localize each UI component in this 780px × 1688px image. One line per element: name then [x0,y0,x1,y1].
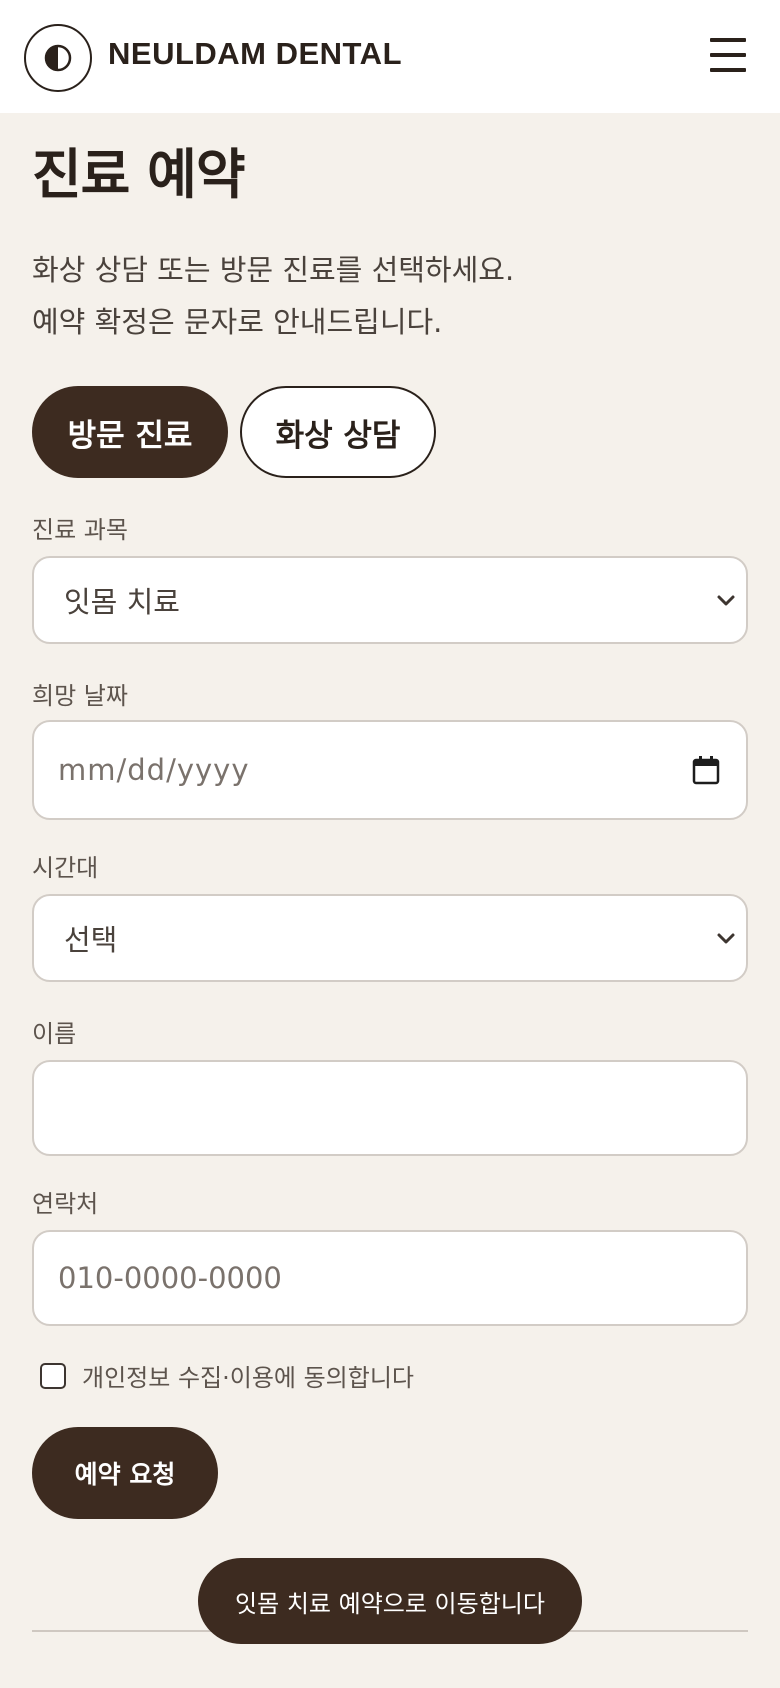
toast-notification: 잇몸 치료 예약으로 이동합니다 [198,1558,582,1644]
half-moon-icon[interactable] [24,24,92,92]
date-input[interactable]: mm/dd/yyyy [32,720,748,820]
chevron-down-icon [717,933,735,944]
intro-line-1: 화상 상담 또는 방문 진료를 선택하세요. [32,253,515,287]
phone-placeholder: 010-0000-0000 [58,1261,282,1295]
department-select[interactable]: 잇몸 치료 [32,556,748,644]
phone-input[interactable]: 010-0000-0000 [32,1230,748,1326]
consent-row: 개인정보 수집·이용에 동의합니다 [40,1358,414,1393]
visit-treatment-button[interactable]: 방문 진료 [32,386,228,478]
department-value: 잇몸 치료 [64,585,180,619]
date-placeholder: mm/dd/yyyy [58,753,250,787]
chevron-down-icon [717,595,735,606]
page-intro: 화상 상담 또는 방문 진료를 선택하세요. 예약 확정은 문자로 안내드립니다… [32,244,732,348]
page-title: 진료 예약 [32,143,246,206]
calendar-icon[interactable] [692,755,720,785]
time-slot-label: 시간대 [32,854,99,882]
name-label: 이름 [32,1020,77,1048]
site-header: NEULDAM DENTAL [0,0,780,113]
time-slot-select[interactable]: 선택 [32,894,748,982]
consent-label[interactable]: 개인정보 수집·이용에 동의합니다 [82,1358,414,1393]
name-input[interactable] [32,1060,748,1156]
intro-line-2: 예약 확정은 문자로 안내드립니다. [32,305,443,339]
brand-name[interactable]: NEULDAM DENTAL [108,36,402,72]
consent-checkbox[interactable] [40,1362,66,1389]
department-label: 진료 과목 [32,516,128,544]
hamburger-menu-icon[interactable] [710,38,746,72]
date-label: 희망 날짜 [32,682,128,710]
time-slot-value: 선택 [64,923,118,957]
submit-reservation-button[interactable]: 예약 요청 [32,1427,218,1519]
video-consult-button[interactable]: 화상 상담 [240,386,436,478]
phone-label: 연락처 [32,1190,99,1218]
